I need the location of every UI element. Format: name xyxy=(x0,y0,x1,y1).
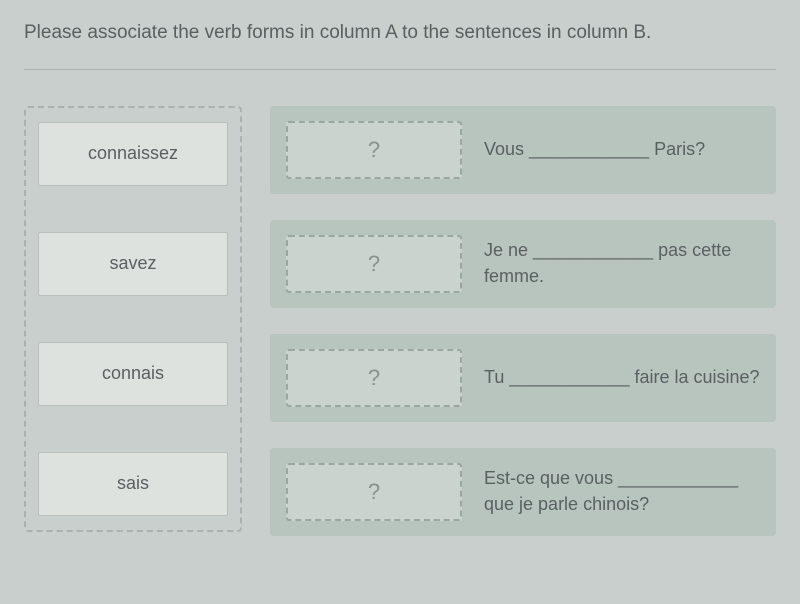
drop-slot[interactable]: ? xyxy=(286,463,462,521)
sentence-text: Vous ____________ Paris? xyxy=(484,137,760,162)
draggable-verb[interactable]: connais xyxy=(38,342,228,406)
target-row: ? Est-ce que vous ____________ que je pa… xyxy=(270,448,776,536)
drop-slot[interactable]: ? xyxy=(286,235,462,293)
draggable-verb[interactable]: connaissez xyxy=(38,122,228,186)
sentence-text: Est-ce que vous ____________ que je parl… xyxy=(484,466,760,516)
target-row: ? Je ne ____________ pas cette femme. xyxy=(270,220,776,308)
column-a-source-list: connaissez savez connais sais xyxy=(24,106,242,532)
target-row: ? Vous ____________ Paris? xyxy=(270,106,776,194)
instruction-text: Please associate the verb forms in colum… xyxy=(24,20,776,70)
draggable-verb[interactable]: sais xyxy=(38,452,228,516)
sentence-text: Tu ____________ faire la cuisine? xyxy=(484,365,760,390)
draggable-verb[interactable]: savez xyxy=(38,232,228,296)
exercise-container: connaissez savez connais sais ? Vous ___… xyxy=(24,106,776,536)
column-b-target-list: ? Vous ____________ Paris? ? Je ne _____… xyxy=(270,106,776,536)
drop-slot[interactable]: ? xyxy=(286,121,462,179)
target-row: ? Tu ____________ faire la cuisine? xyxy=(270,334,776,422)
sentence-text: Je ne ____________ pas cette femme. xyxy=(484,238,760,288)
drop-slot[interactable]: ? xyxy=(286,349,462,407)
